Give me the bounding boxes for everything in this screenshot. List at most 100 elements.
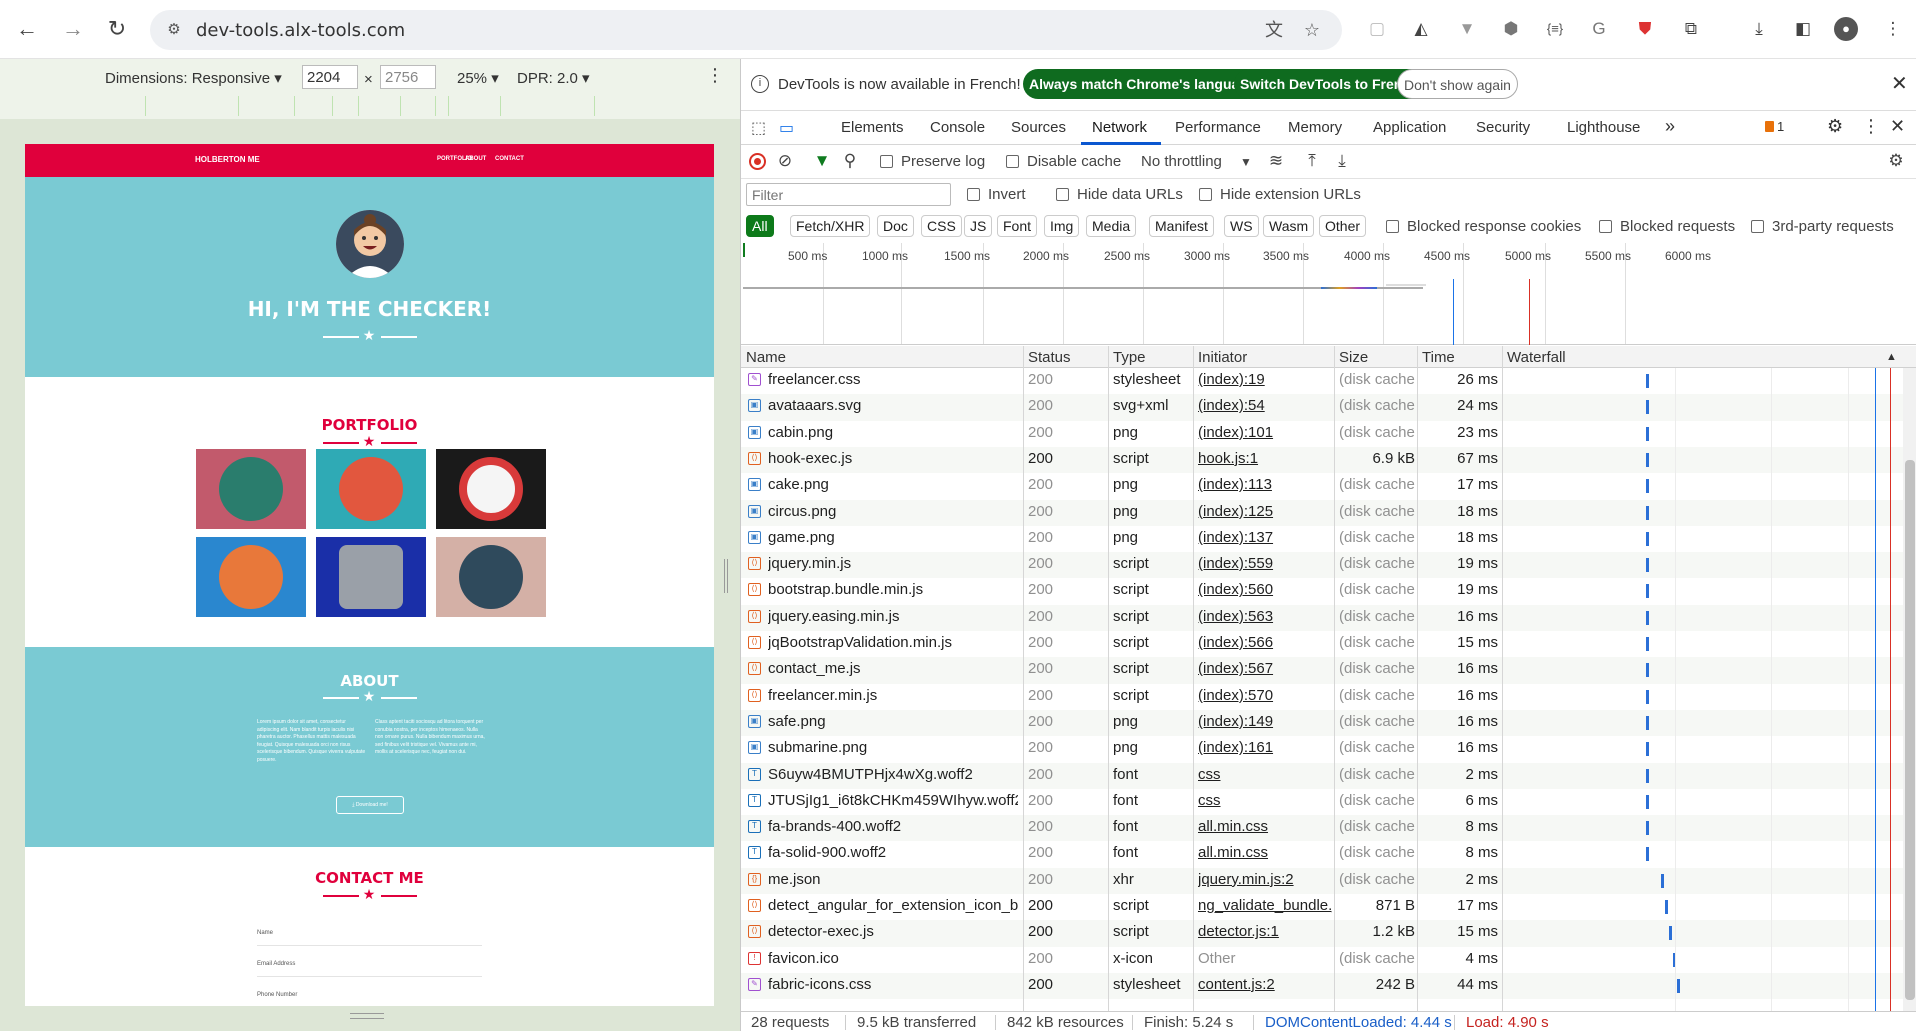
request-initiator[interactable]: detector.js:1 <box>1198 923 1332 940</box>
always-match-button[interactable]: Always match Chrome's language <box>1023 69 1262 99</box>
request-initiator[interactable]: all.min.css <box>1198 844 1332 861</box>
portfolio-cabin[interactable] <box>196 449 306 529</box>
table-row[interactable]: {} me.json 200 xhr jquery.min.js:2 (disk cach… <box>741 867 1903 894</box>
request-initiator[interactable]: (index):559 <box>1198 555 1332 572</box>
nav-about[interactable]: ABOUT <box>465 156 486 162</box>
table-row[interactable]: ✎ fabric-icons.css 200 stylesheet content.js… <box>741 972 1903 1000</box>
nav-contact[interactable]: CONTACT <box>495 156 524 162</box>
col-time[interactable]: Time <box>1422 349 1455 366</box>
type-filter-img[interactable]: Img <box>1044 215 1080 237</box>
tab-memory[interactable]: Memory <box>1288 119 1342 136</box>
upload-har-icon[interactable]: ⤒ <box>1301 151 1323 171</box>
menu-icon[interactable]: ⋮ <box>1880 16 1906 42</box>
request-initiator[interactable]: (index):563 <box>1198 608 1332 625</box>
table-row[interactable]: ⟨⟩ jquery.min.js 200 script (index):559 (disk… <box>741 552 1903 579</box>
table-row[interactable]: T S6uyw4BMUTPHjx4wXg.woff2 200 font css (disk… <box>741 762 1903 789</box>
table-row[interactable]: ⟨⟩ jqBootstrapValidation.min.js 200 script (… <box>741 631 1903 657</box>
tab-elements[interactable]: Elements <box>841 119 904 136</box>
sidepanel-icon[interactable]: ◧ <box>1790 16 1816 42</box>
table-row[interactable]: ⟨⟩ contact_me.js 200 script (index):567 (disk… <box>741 657 1903 684</box>
table-row[interactable]: ▣ cabin.png 200 png (index):101 (disk cache) 2… <box>741 421 1903 447</box>
table-row[interactable]: ▣ submarine.png 200 png (index):161 (disk cac… <box>741 736 1903 762</box>
vue-icon[interactable]: ▼ <box>1454 16 1480 42</box>
request-initiator[interactable]: (index):149 <box>1198 713 1332 730</box>
network-settings-icon[interactable]: ⚙ <box>1885 151 1907 171</box>
email-field[interactable] <box>257 976 482 977</box>
extension-icon-1[interactable]: ▢ <box>1364 16 1390 42</box>
request-initiator[interactable]: css <box>1198 766 1332 783</box>
request-initiator[interactable]: (index):125 <box>1198 503 1332 520</box>
name-field[interactable] <box>257 945 482 946</box>
type-filter-wasm[interactable]: Wasm <box>1263 215 1315 237</box>
tab-security[interactable]: Security <box>1476 119 1530 136</box>
profile-avatar[interactable]: ● <box>1834 17 1858 41</box>
extensions-icon[interactable]: ⧉ <box>1678 16 1704 42</box>
request-initiator[interactable]: (index):566 <box>1198 634 1332 651</box>
download-har-icon[interactable]: ⤓ <box>1331 151 1353 171</box>
reload-icon[interactable]: ↻ <box>102 14 132 44</box>
width-input[interactable] <box>302 65 358 89</box>
request-initiator[interactable]: Other <box>1198 950 1332 967</box>
type-filter-all[interactable]: All <box>746 215 774 237</box>
type-filter-css[interactable]: CSS <box>921 215 962 237</box>
site-brand[interactable]: HOLBERTON ME <box>195 155 260 164</box>
dimensions-select[interactable]: Dimensions: Responsive ▾ <box>105 69 282 87</box>
type-filter-doc[interactable]: Doc <box>877 215 914 237</box>
hide-data-urls-checkbox[interactable] <box>1056 188 1069 201</box>
request-initiator[interactable]: content.js:2 <box>1198 976 1332 993</box>
type-filter-manifest[interactable]: Manifest <box>1149 215 1214 237</box>
json-icon[interactable]: {≡} <box>1542 16 1568 42</box>
request-initiator[interactable]: all.min.css <box>1198 818 1332 835</box>
inspect-icon[interactable]: ⬚ <box>751 118 766 138</box>
bookmark-star-icon[interactable]: ☆ <box>1300 18 1324 42</box>
table-row[interactable]: Tfa-solid-900.woff2 200 font all.min.css (di… <box>741 841 1903 867</box>
sort-up-icon[interactable]: ▲ <box>1886 351 1897 363</box>
throttling-select[interactable]: No throttling <box>1141 153 1222 170</box>
more-tabs-icon[interactable]: » <box>1665 116 1675 137</box>
issues-icon[interactable] <box>1765 121 1774 132</box>
col-initiator[interactable]: Initiator <box>1198 349 1247 366</box>
back-icon[interactable]: ← <box>12 14 42 44</box>
blocked-cookies-checkbox[interactable] <box>1386 220 1399 233</box>
bottom-resize-handle[interactable] <box>350 1013 384 1019</box>
table-row[interactable]: T JTUSjIg1_i6t8kCHKm459WIhyw.woff2 200 font… <box>741 789 1903 815</box>
table-row[interactable]: ⟨⟩ freelancer.min.js 200 script (index):570 (… <box>741 684 1903 710</box>
table-row[interactable]: ▣ game.png 200 png (index):137 (disk cache) 18… <box>741 526 1903 552</box>
translate-icon[interactable]: 文 <box>1262 18 1286 42</box>
type-filter-other[interactable]: Other <box>1319 215 1367 237</box>
zoom-select[interactable]: 25% ▾ <box>457 69 499 87</box>
type-filter-js[interactable]: JS <box>964 215 993 237</box>
preserve-log-checkbox[interactable] <box>880 155 893 168</box>
third-party-checkbox[interactable] <box>1751 220 1764 233</box>
table-row[interactable]: ✎ freelancer.css 200 stylesheet (index):19 (d… <box>741 368 1903 394</box>
devtools-menu-icon[interactable]: ⋮ <box>1862 116 1880 137</box>
height-input[interactable] <box>380 65 436 89</box>
resize-handle[interactable] <box>724 559 728 593</box>
table-row[interactable]: ▣ cake.png 200 png (index):113 (disk cache) 17… <box>741 473 1903 499</box>
table-row[interactable]: ⟨⟩ bootstrap.bundle.min.js 200 script (index… <box>741 578 1903 604</box>
filter-input[interactable] <box>746 183 951 206</box>
request-initiator[interactable]: (index):54 <box>1198 397 1332 414</box>
type-filter-fetch[interactable]: Fetch/XHR <box>790 215 871 237</box>
filter-icon[interactable]: ▼ <box>811 151 833 171</box>
download-icon[interactable]: ⤓ <box>1746 16 1772 42</box>
table-row[interactable]: ⟨⟩ jquery.easing.min.js 200 script (index):5… <box>741 604 1903 631</box>
address-bar[interactable]: ⚙ dev-tools.alx-tools.com 文 ☆ <box>150 10 1342 50</box>
tab-console[interactable]: Console <box>930 119 985 136</box>
request-initiator[interactable]: (index):567 <box>1198 660 1332 677</box>
network-overview-timeline[interactable]: 500 ms 1000 ms 1500 ms 2000 ms 2500 ms 3… <box>741 243 1916 345</box>
tab-performance[interactable]: Performance <box>1175 119 1261 136</box>
request-initiator[interactable]: css <box>1198 792 1332 809</box>
download-button[interactable]: ⤓ Download me! <box>336 796 404 814</box>
col-name[interactable]: Name <box>746 349 786 366</box>
shield-icon[interactable]: ⬢ <box>1498 16 1524 42</box>
angular-icon[interactable]: ◭ <box>1408 16 1434 42</box>
scrollbar-thumb[interactable] <box>1905 460 1915 1000</box>
col-size[interactable]: Size <box>1339 349 1368 366</box>
table-row[interactable]: ▣ avataaars.svg 200 svg+xml (index):54 (disk … <box>741 394 1903 421</box>
request-initiator[interactable]: (index):19 <box>1198 371 1332 388</box>
more-options-icon[interactable]: ⋮ <box>706 65 724 86</box>
tab-sources[interactable]: Sources <box>1011 119 1066 136</box>
portfolio-safe[interactable] <box>316 537 426 617</box>
blocked-requests-checkbox[interactable] <box>1599 220 1612 233</box>
